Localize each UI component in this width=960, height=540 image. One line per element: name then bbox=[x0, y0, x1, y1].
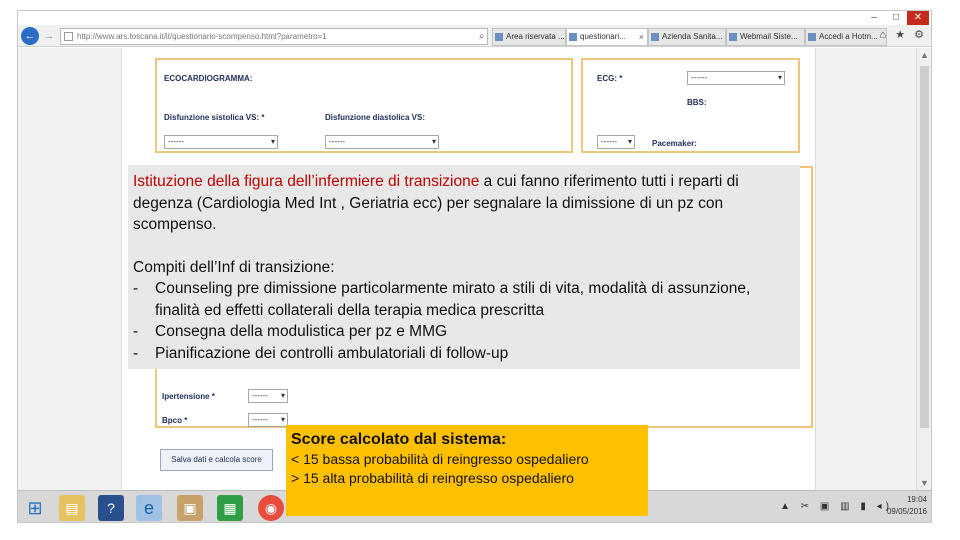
score-low-line: < 15 bassa probabilità di reingresso osp… bbox=[291, 451, 589, 467]
taskbar-clock[interactable]: 19:04 09/05/2016 bbox=[887, 494, 927, 518]
disfunzione-diastolica-select[interactable]: ------ ▾ bbox=[325, 135, 439, 149]
favicon-icon bbox=[808, 33, 816, 41]
browser-navbar: ← → http://www.ars.toscana.it/it/questio… bbox=[18, 25, 931, 47]
ipertensione-select[interactable]: ------ ▾ bbox=[248, 389, 288, 403]
chevron-down-icon: ▾ bbox=[777, 73, 782, 82]
disfunzione-diastolica-label: Disfunzione diastolica VS: bbox=[325, 113, 426, 122]
file-explorer-icon[interactable]: ▤ bbox=[59, 495, 85, 521]
window-titlebar: – □ ✕ bbox=[18, 11, 931, 25]
minimize-button[interactable]: – bbox=[863, 11, 885, 25]
bullet-text: Pianificazione dei controlli ambulatoria… bbox=[155, 344, 509, 362]
score-note: Score calcolato dal sistema: < 15 bassa … bbox=[286, 425, 648, 516]
favicon-icon bbox=[495, 33, 503, 41]
chrome-icon[interactable]: ◉ bbox=[258, 495, 284, 521]
windows-start-icon[interactable]: ⊞ bbox=[22, 495, 48, 521]
ecg-select[interactable]: ------ ▾ bbox=[687, 71, 785, 85]
internet-explorer-icon[interactable]: e bbox=[136, 495, 162, 521]
ipertensione-label: Ipertensione * bbox=[162, 392, 215, 401]
clock-date: 09/05/2016 bbox=[886, 507, 927, 516]
chevron-down-icon: ▾ bbox=[270, 137, 275, 146]
clock-time: 19:04 bbox=[906, 495, 927, 504]
page-icon bbox=[64, 32, 73, 41]
bbs-label: BBS: bbox=[687, 98, 707, 107]
chevron-down-icon: ▾ bbox=[431, 137, 436, 146]
disfunzione-sistolica-label: Disfunzione sistolica VS: * bbox=[164, 113, 265, 122]
section-title: ECOCARDIOGRAMMA: bbox=[164, 74, 253, 83]
bullet-item: - Counseling pre dimissione particolarme… bbox=[133, 278, 795, 321]
store-icon[interactable]: ▦ bbox=[217, 495, 243, 521]
bullet-text: Consegna della modulistica per pz e MMG bbox=[155, 323, 448, 340]
tab-webmail[interactable]: Webmail Siste... bbox=[726, 28, 805, 46]
close-window-button[interactable]: ✕ bbox=[907, 11, 929, 25]
back-button[interactable]: ← bbox=[21, 27, 39, 45]
bbs-select[interactable]: ------ ▾ bbox=[597, 135, 635, 149]
favicon-icon bbox=[651, 33, 659, 41]
ecg-panel: ECG: * ------ ▾ BBS: ------ ▾ Pacemaker: bbox=[581, 58, 800, 153]
bullet-dash: - bbox=[133, 280, 139, 297]
help-icon[interactable]: ? bbox=[98, 495, 124, 521]
scroll-down-icon[interactable]: ▼ bbox=[920, 478, 929, 488]
bullet-item: - Pianificazione dei controlli ambulator… bbox=[133, 343, 795, 365]
scroll-up-icon[interactable]: ▲ bbox=[920, 50, 929, 60]
save-and-score-button[interactable]: Salva dati e calcola score bbox=[160, 449, 273, 471]
tab-azienda-sanita[interactable]: Azienda Sanita... bbox=[648, 28, 726, 46]
maximize-button[interactable]: □ bbox=[885, 11, 907, 25]
home-favorites-settings-icons[interactable]: ⌂ ★ ⚙ bbox=[880, 28, 927, 41]
chevron-down-icon: ▾ bbox=[280, 391, 285, 400]
address-tools-icons[interactable]: ⌕ ▾ ↻ bbox=[479, 29, 487, 44]
disfunzione-sistolica-select[interactable]: ------ ▾ bbox=[164, 135, 278, 149]
score-title: Score calcolato dal sistema: bbox=[291, 431, 507, 448]
tab-hotmail[interactable]: Accedi a Hotm... bbox=[805, 28, 887, 46]
bpco-label: Bpco * bbox=[162, 416, 188, 425]
address-url: http://www.ars.toscana.it/it/questionari… bbox=[77, 32, 327, 41]
favicon-icon bbox=[729, 33, 737, 41]
ecg-label: ECG: * bbox=[597, 74, 623, 83]
address-bar[interactable]: http://www.ars.toscana.it/it/questionari… bbox=[60, 28, 488, 45]
intro-paragraph: Istituzione della figura dell’infermiere… bbox=[133, 171, 795, 236]
bullet-dash: - bbox=[133, 323, 139, 340]
tab-questionari[interactable]: questionari... × bbox=[566, 28, 648, 46]
bullet-item: - Consegna della modulistica per pz e MM… bbox=[133, 321, 795, 343]
system-tray-icons[interactable]: ▲ ✂ ▣ ▥ ▮ ◂) bbox=[780, 501, 893, 512]
tab-close-icon[interactable]: × bbox=[639, 29, 644, 45]
scrollbar-thumb[interactable] bbox=[920, 66, 929, 428]
forward-button[interactable]: → bbox=[40, 27, 58, 45]
bullet-text: Counseling pre dimissione particolarment… bbox=[155, 280, 751, 319]
score-high-line: > 15 alta probabilità di reingresso ospe… bbox=[291, 470, 574, 486]
transition-nurse-note: Istituzione della figura dell’infermiere… bbox=[128, 165, 800, 369]
tab-area-riservata[interactable]: Area riservata ... bbox=[492, 28, 566, 46]
compiti-title: Compiti dell’Inf di transizione: bbox=[133, 258, 335, 276]
ecocardiogramma-panel: ECOCARDIOGRAMMA: Disfunzione sistolica V… bbox=[155, 58, 573, 153]
bullet-dash: - bbox=[133, 344, 139, 362]
bpco-select[interactable]: ------ ▾ bbox=[248, 413, 288, 427]
window-controls: – □ ✕ bbox=[863, 11, 929, 25]
pacemaker-label: Pacemaker: bbox=[652, 139, 697, 148]
briefcase-icon[interactable]: ▣ bbox=[177, 495, 203, 521]
favicon-icon bbox=[569, 33, 577, 41]
chevron-down-icon: ▾ bbox=[627, 137, 632, 146]
intro-highlight: Istituzione della figura dell’infermiere… bbox=[133, 173, 480, 190]
chevron-down-icon: ▾ bbox=[280, 415, 285, 424]
vertical-scrollbar[interactable]: ▲ ▼ bbox=[916, 48, 931, 490]
